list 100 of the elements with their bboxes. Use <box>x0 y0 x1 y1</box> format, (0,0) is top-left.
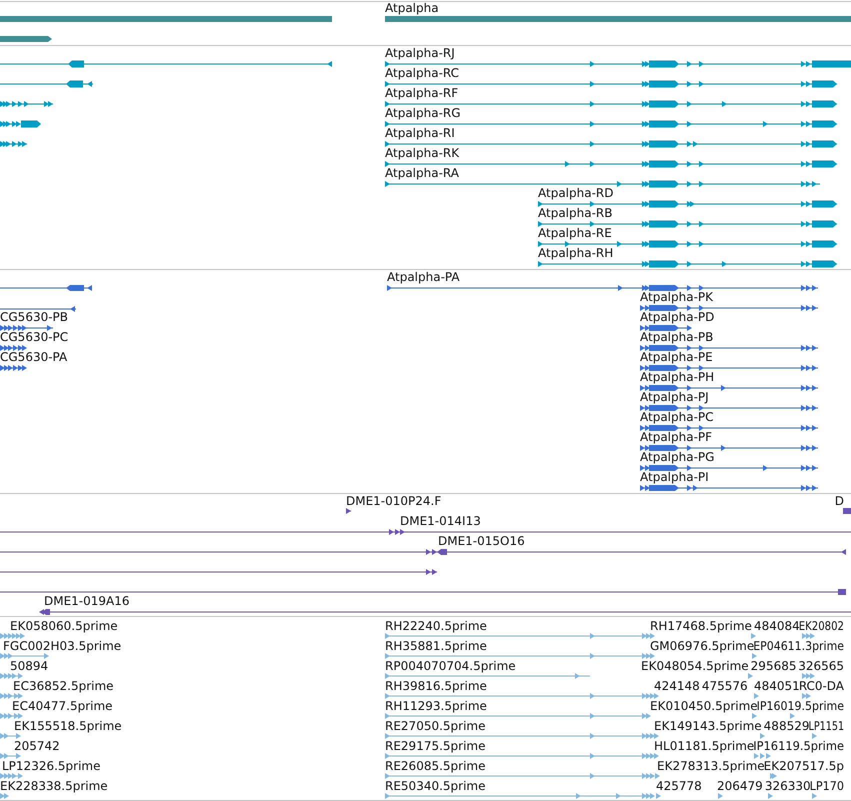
feature-label: EP04611.3prime <box>753 639 851 653</box>
est-glyph <box>754 693 811 699</box>
feature-label: EC40477.5prime <box>12 699 113 713</box>
feature-label: GM06976.5prime <box>650 639 754 653</box>
est-glyph <box>0 793 9 799</box>
feature-label: Atpalpha <box>385 2 439 15</box>
feature-label: Atpalpha-RE <box>538 226 612 240</box>
feature-label: Atpalpha-RK <box>385 146 460 160</box>
feature-label: EK010450.5prime <box>650 699 758 713</box>
est-glyph <box>0 773 23 779</box>
feature-label: RE29175.5prime <box>385 739 486 753</box>
protein-glyph <box>0 345 27 351</box>
feature-label: EC36852.5prime <box>13 679 114 693</box>
feature-label: Atpalpha-PE <box>640 350 713 364</box>
feature-label: 488529 <box>764 719 810 733</box>
feature-label: Atpalpha-PH <box>640 370 714 384</box>
est-glyph <box>751 633 815 639</box>
protein-glyph <box>640 325 692 331</box>
feature-label: DME1-010P24.F <box>346 494 442 508</box>
transcript-glyph <box>0 101 53 107</box>
feature-label: 484051 <box>754 679 800 693</box>
protein-glyph <box>0 325 53 331</box>
feature-label: DME1-014I13 <box>400 514 481 528</box>
feature-label: IP16019.5prime <box>756 699 851 713</box>
feature-label: RC0-DA <box>798 679 844 693</box>
feature-label: 50894 <box>10 659 48 673</box>
feature-label: Atpalpha-PF <box>640 430 712 444</box>
feature-label: Atpalpha-PG <box>640 450 714 464</box>
feature-label: EK058060.5prime <box>10 619 118 633</box>
feature-label: RH22240.5prime <box>385 619 487 633</box>
feature-label: RP004070704.5prime <box>385 659 516 673</box>
feature-label: Atpalpha-RI <box>385 126 455 140</box>
feature-label: EK20802 <box>798 619 851 633</box>
feature-label: IP16119.5prime <box>753 739 849 753</box>
feature-label: RE26085.5prime <box>385 759 486 773</box>
est-glyph <box>0 713 23 719</box>
feature-label: 424148 <box>654 679 700 693</box>
est-glyph <box>748 673 815 679</box>
feature-label: Atpalpha-PJ <box>640 390 709 404</box>
protein-glyph <box>0 365 27 371</box>
transcript-glyph <box>0 120 41 128</box>
feature-label: Atpalpha-RG <box>385 106 461 120</box>
feature-label: Atpalpha-RA <box>385 166 459 180</box>
feature-label: EK278313.5prime <box>657 759 765 773</box>
feature-label: Atpalpha-PC <box>640 410 714 424</box>
clone-glyph <box>346 508 351 514</box>
feature-label: 326330 <box>764 779 811 793</box>
feature-label: Atpalpha-RJ <box>385 46 455 60</box>
feature-label: CG5630-PC <box>0 330 68 344</box>
feature-label: Atpalpha-PB <box>640 330 714 344</box>
feature-label: EK155518.5prime <box>14 719 122 733</box>
feature-label: CG5630-PA <box>0 350 68 364</box>
est-glyph <box>760 733 817 739</box>
feature-label: EK149143.5prime <box>654 719 762 733</box>
feature-label: Atpalpha-RF <box>385 86 458 100</box>
transcript-glyph <box>0 141 27 147</box>
feature-label: LP170 <box>810 779 846 793</box>
gene-bar <box>0 36 52 42</box>
feature-label: FGC002H03.5prime <box>3 639 122 653</box>
feature-label: Atpalpha-PD <box>640 310 714 324</box>
feature-label: 205742 <box>14 739 60 753</box>
est-glyph <box>0 653 49 659</box>
feature-label: Atpalpha-PA <box>387 270 460 284</box>
feature-label: EK207517.5p <box>764 759 844 773</box>
est-glyph <box>0 733 21 739</box>
feature-label: Atpalpha-RB <box>538 206 612 220</box>
feature-label: Atpalpha-RD <box>538 186 614 200</box>
est-glyph <box>752 713 795 719</box>
feature-label: EK228338.5prime <box>0 779 108 793</box>
est-glyph <box>0 753 21 759</box>
feature-label: RH17468.5prime <box>650 619 752 633</box>
feature-label: 206479 <box>717 779 763 793</box>
clone-glyph <box>843 508 851 514</box>
feature-label: RH35881.5prime <box>385 639 487 653</box>
feature-label: LP1151 <box>808 719 851 733</box>
feature-label: DME1-019A16 <box>44 594 130 608</box>
feature-label: Atpalpha-RH <box>538 246 614 260</box>
feature-label: Atpalpha-RC <box>385 66 460 80</box>
feature-label: 475576 <box>702 679 748 693</box>
feature-label: 484084 <box>754 619 800 633</box>
est-glyph <box>752 653 757 659</box>
feature-label: DME1-015O16 <box>438 534 525 548</box>
feature-label: CG5630-PB <box>0 310 68 324</box>
feature-label: D <box>834 494 844 508</box>
feature-label: LP12326.5prime <box>2 759 101 773</box>
feature-label: EK048054.5prime <box>641 659 749 673</box>
feature-label: Atpalpha-PK <box>640 290 714 304</box>
feature-label: RH39816.5prime <box>385 679 487 693</box>
feature-label: HL01181.5prime <box>654 739 754 753</box>
feature-label: RH11293.5prime <box>385 699 487 713</box>
feature-label: RE27050.5prime <box>385 719 486 733</box>
feature-label: 425778 <box>656 779 702 793</box>
est-glyph <box>770 773 777 779</box>
est-glyph <box>0 633 25 639</box>
est-glyph <box>754 753 771 759</box>
feature-label: 326565 <box>798 659 844 673</box>
feature-label: RE50340.5prime <box>385 779 486 793</box>
feature-label: 295685 <box>750 659 796 673</box>
feature-label: Atpalpha-PI <box>640 470 709 484</box>
est-glyph <box>0 673 23 679</box>
